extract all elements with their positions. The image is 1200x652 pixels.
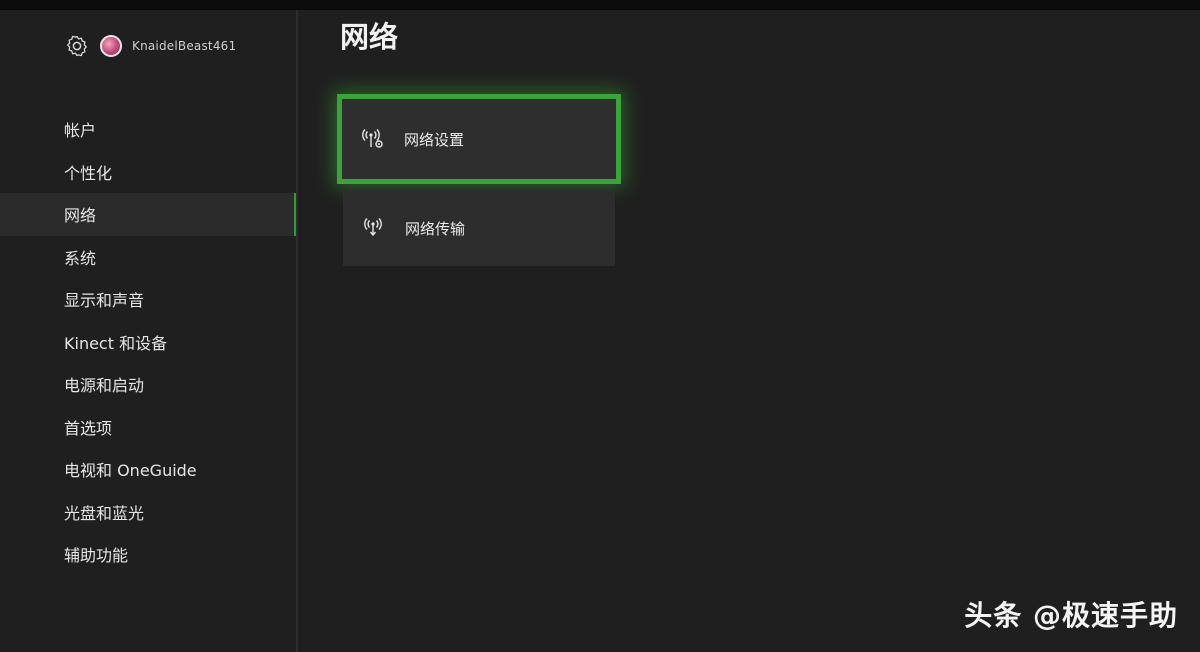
avatar[interactable] [100,35,122,57]
sidebar-item-network[interactable]: 网络 [0,193,298,236]
sidebar-item-disc-bluray[interactable]: 光盘和蓝光 [0,491,296,534]
settings-nav: 帐户 个性化 网络 系统 显示和声音 Kinect 和设备 电源和启动 首选项 … [0,108,298,576]
sidebar-item-power-startup[interactable]: 电源和启动 [0,363,296,406]
sidebar-item-account[interactable]: 帐户 [0,108,296,151]
network-transfer-icon [363,216,387,240]
network-transfer-label: 网络传输 [405,219,466,238]
sidebar-item-kinect-devices[interactable]: Kinect 和设备 [0,321,296,364]
sidebar-item-preferences[interactable]: 首选项 [0,406,296,449]
username: KnaidelBeast461 [132,39,237,53]
sidebar-item-tv-oneguide[interactable]: 电视和 OneGuide [0,448,296,491]
page-title: 网络 [340,20,399,54]
sidebar: KnaidelBeast461 帐户 个性化 网络 系统 显示和声音 Kinec… [0,10,298,652]
sidebar-item-accessibility[interactable]: 辅助功能 [0,533,296,576]
top-bar [0,0,1200,10]
sidebar-item-display-sound[interactable]: 显示和声音 [0,278,296,321]
sidebar-item-system[interactable]: 系统 [0,236,296,279]
profile-header: KnaidelBeast461 [64,32,236,60]
network-settings-label: 网络设置 [404,130,465,149]
watermark: 头条 @极速手助 [964,599,1178,632]
gear-icon[interactable] [64,33,90,59]
network-settings-icon [362,127,386,151]
sidebar-item-personalization[interactable]: 个性化 [0,151,296,194]
sidebar-divider [296,10,298,652]
network-transfer-tile[interactable]: 网络传输 [343,190,615,266]
network-settings-tile[interactable]: 网络设置 [337,94,621,184]
